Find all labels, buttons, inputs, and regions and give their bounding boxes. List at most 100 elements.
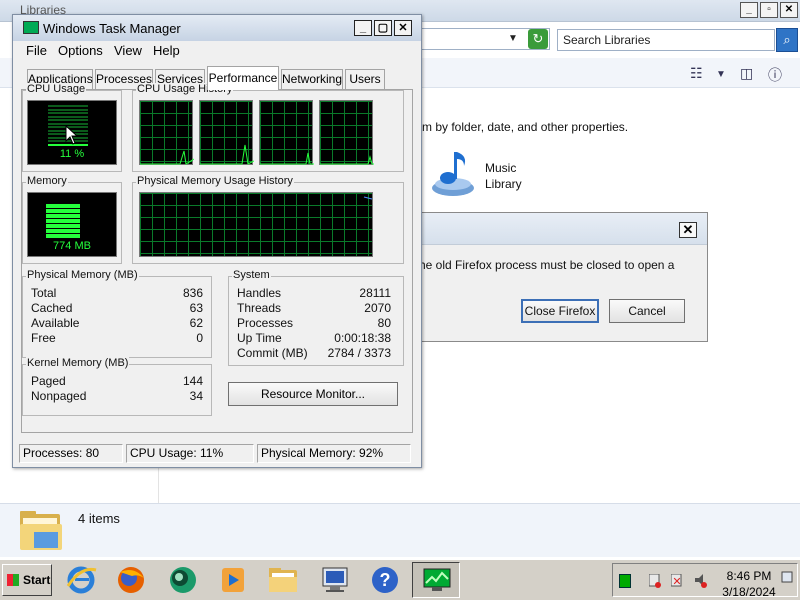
stat-row-paged: Paged 144 bbox=[31, 374, 203, 389]
start-button[interactable]: Start bbox=[2, 564, 52, 596]
chevron-down-icon[interactable]: ▼ bbox=[508, 33, 518, 44]
task-manager-body: Applications Processes Services Performa… bbox=[13, 61, 421, 467]
memory-gauge-segment bbox=[46, 229, 80, 233]
stat-label: Total bbox=[31, 286, 57, 300]
taskbar: Start ? ✕ 8:46 PM 3/18/2024 bbox=[0, 558, 800, 600]
menu-options[interactable]: Options bbox=[58, 43, 103, 58]
security-alert-icon[interactable] bbox=[649, 574, 661, 588]
mouse-cursor-icon bbox=[65, 125, 79, 145]
cpu-history-line-core2 bbox=[200, 144, 255, 165]
system-tray: ✕ 8:46 PM 3/18/2024 bbox=[612, 563, 798, 600]
maximize-button[interactable]: ▫ bbox=[760, 2, 778, 18]
music-library-label[interactable]: Music Library bbox=[485, 160, 522, 192]
maximize-button[interactable]: ▢ bbox=[374, 20, 392, 36]
refresh-icon[interactable]: ↻ bbox=[528, 29, 548, 49]
cpu-history-group: CPU Usage History bbox=[132, 83, 404, 172]
memory-gauge: 774 MB bbox=[27, 192, 117, 257]
kernel-memory-label: Kernel Memory (MB) bbox=[26, 357, 130, 369]
windows-explorer-icon[interactable] bbox=[266, 564, 300, 596]
volume-muted-icon[interactable] bbox=[695, 574, 707, 588]
memory-gauge-segment bbox=[46, 209, 80, 213]
help-icon[interactable]: ? bbox=[368, 564, 402, 596]
help-icon[interactable]: ⓘ bbox=[768, 65, 782, 85]
minimize-button[interactable]: _ bbox=[354, 20, 372, 36]
stat-label: Nonpaged bbox=[31, 389, 87, 403]
stat-label: Commit (MB) bbox=[237, 346, 308, 360]
music-library-icon[interactable] bbox=[430, 150, 476, 198]
stat-label: Paged bbox=[31, 374, 66, 388]
task-manager-titlebar: Windows Task Manager _ ▢ ✕ bbox=[13, 15, 421, 41]
stat-value: 34 bbox=[189, 389, 203, 403]
tab-users[interactable]: Users bbox=[345, 69, 385, 89]
memory-gauge-segment bbox=[46, 224, 80, 228]
close-button[interactable]: ✕ bbox=[780, 2, 798, 18]
task-manager-icon bbox=[423, 568, 451, 591]
stat-value: 144 bbox=[182, 374, 203, 388]
clock-time: 8:46 PM bbox=[726, 569, 772, 583]
stat-row-free: Free 0 bbox=[31, 331, 203, 346]
memory-gauge-segment bbox=[46, 204, 80, 208]
action-center-icon[interactable] bbox=[781, 570, 793, 584]
items-count: 4 items bbox=[78, 511, 120, 526]
library-description: m by folder, date, and other properties. bbox=[422, 120, 629, 134]
performance-panel: CPU Usage 11 % CPU Usage History Memory … bbox=[21, 83, 413, 433]
task-manager-icon bbox=[23, 21, 39, 34]
stat-label: Cached bbox=[31, 301, 73, 315]
cancel-button[interactable]: Cancel bbox=[609, 299, 685, 323]
clock[interactable]: 8:46 PM 3/18/2024 bbox=[709, 568, 789, 600]
cpu-usage-value: 11 % bbox=[59, 148, 85, 160]
music-library-line2: Library bbox=[485, 177, 522, 191]
cpu-meter-icon[interactable] bbox=[619, 574, 631, 588]
memory-history-graph bbox=[139, 192, 373, 257]
internet-explorer-icon[interactable] bbox=[64, 564, 98, 596]
resource-monitor-button[interactable]: Resource Monitor... bbox=[228, 382, 398, 406]
menu-help[interactable]: Help bbox=[153, 43, 180, 58]
media-player-icon[interactable] bbox=[216, 564, 250, 596]
kernel-memory-group: Kernel Memory (MB) Paged 144 Nonpaged 34 bbox=[22, 357, 212, 416]
chevron-down-icon[interactable]: ▼ bbox=[716, 69, 726, 80]
memory-history-group: Physical Memory Usage History bbox=[132, 175, 404, 264]
search-input[interactable]: Search Libraries bbox=[557, 29, 775, 51]
memory-label: Memory bbox=[26, 175, 68, 187]
task-manager-taskbar-button[interactable] bbox=[412, 562, 460, 598]
close-firefox-button[interactable]: Close Firefox bbox=[521, 299, 599, 323]
cpu-gauge-segment bbox=[48, 112, 88, 114]
tab-networking[interactable]: Networking bbox=[281, 69, 343, 89]
task-manager-status-bar: Processes: 80 CPU Usage: 11% Physical Me… bbox=[13, 441, 421, 465]
computer-icon[interactable] bbox=[318, 564, 352, 596]
minimize-button[interactable]: _ bbox=[740, 2, 758, 18]
firefox-dialog-titlebar: ✕ bbox=[419, 213, 707, 245]
cpu-usage-group: CPU Usage 11 % bbox=[22, 83, 122, 172]
stat-row-cached: Cached 63 bbox=[31, 301, 203, 316]
tab-performance[interactable]: Performance bbox=[207, 66, 279, 90]
view-options-icon[interactable]: ☷ bbox=[690, 65, 703, 82]
task-manager-window: Windows Task Manager _ ▢ ✕ File Options … bbox=[12, 14, 422, 468]
cpu-history-line-core4 bbox=[320, 155, 374, 165]
cpu-history-line-core3 bbox=[260, 152, 314, 165]
firefox-dialog: ✕ he old Firefox process must be closed … bbox=[418, 212, 708, 342]
physical-memory-group: Physical Memory (MB) Total 836 Cached 63… bbox=[22, 269, 212, 358]
firefox-icon[interactable] bbox=[114, 564, 148, 596]
memory-value: 774 MB bbox=[53, 240, 91, 252]
media-center-icon[interactable] bbox=[166, 564, 200, 596]
stat-value: 836 bbox=[182, 286, 203, 300]
memory-group: Memory 774 MB bbox=[22, 175, 122, 264]
stat-row-total: Total 836 bbox=[31, 286, 203, 301]
close-icon[interactable]: ✕ bbox=[679, 222, 697, 238]
menu-bar: File Options View Help bbox=[13, 41, 421, 61]
cpu-history-graph-core4 bbox=[319, 100, 374, 165]
stat-label: Available bbox=[31, 316, 80, 330]
status-processes: Processes: 80 bbox=[19, 444, 123, 463]
network-disconnected-icon[interactable]: ✕ bbox=[671, 574, 683, 588]
close-button[interactable]: ✕ bbox=[394, 20, 412, 36]
menu-view[interactable]: View bbox=[114, 43, 142, 58]
stat-value: 0 bbox=[196, 331, 203, 345]
memory-history-line bbox=[363, 196, 373, 200]
clock-date: 3/18/2024 bbox=[722, 585, 776, 599]
menu-file[interactable]: File bbox=[26, 43, 47, 58]
search-icon[interactable]: ⌕ bbox=[776, 28, 798, 52]
stat-row-handles: Handles 28111 bbox=[237, 286, 391, 301]
memory-gauge-segment bbox=[46, 234, 80, 238]
preview-pane-icon[interactable]: ◫ bbox=[740, 65, 753, 82]
firefox-dialog-message: he old Firefox process must be closed to… bbox=[419, 258, 675, 272]
